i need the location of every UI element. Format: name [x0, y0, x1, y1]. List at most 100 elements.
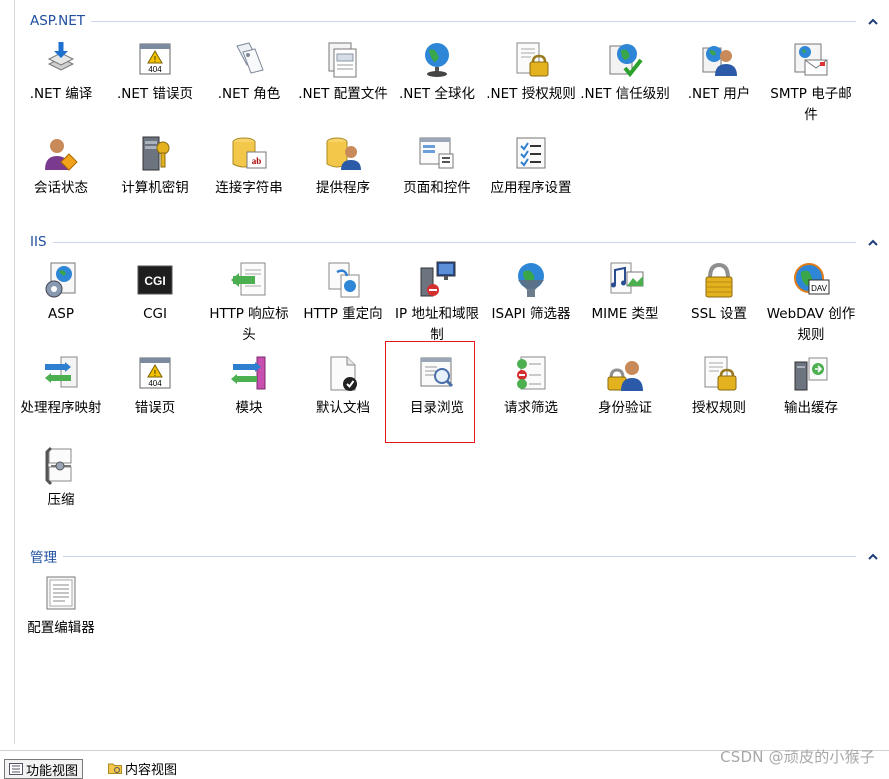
feature-label: SSL 设置	[691, 306, 747, 322]
feature-error-pages[interactable]: ! 404 错误页	[108, 354, 202, 419]
selection-highlight	[385, 341, 475, 443]
dotnet-trust-levels-icon	[605, 40, 645, 80]
request-filtering-icon	[511, 354, 551, 394]
feature-cgi[interactable]: CGI CGI	[108, 260, 202, 325]
configuration-editor-icon	[41, 574, 81, 614]
feature-label: 身份验证	[598, 400, 652, 416]
feature-smtp-email[interactable]: SMTP 电子邮件	[764, 40, 858, 126]
feature-label: SMTP 电子邮件	[770, 86, 852, 123]
chevron-up-icon	[868, 18, 878, 25]
dotnet-compilation-icon	[41, 40, 81, 80]
output-caching-icon	[791, 354, 831, 394]
feature-dotnet-roles[interactable]: .NET 角色	[202, 40, 296, 105]
feature-authentication[interactable]: 身份验证	[578, 354, 672, 419]
svg-text:404: 404	[148, 379, 162, 388]
feature-label: HTTP 响应标头	[209, 306, 289, 343]
feature-mime-types[interactable]: MIME 类型	[578, 260, 672, 325]
feature-machine-key[interactable]: 计算机密钥	[108, 134, 202, 199]
feature-http-redirect[interactable]: HTTP 重定向	[296, 260, 390, 325]
collapse-iis-button[interactable]	[866, 235, 880, 249]
isapi-filters-icon	[511, 260, 551, 300]
default-document-icon	[323, 354, 363, 394]
feature-connection-strings[interactable]: ab 连接字符串	[202, 134, 296, 199]
group-header-aspnet: ASP.NET	[30, 11, 880, 31]
collapse-aspnet-button[interactable]	[866, 14, 880, 28]
feature-label: 处理程序映射	[20, 400, 102, 416]
feature-pages-controls[interactable]: 页面和控件	[390, 134, 484, 199]
feature-label: .NET 用户	[687, 86, 751, 102]
feature-dotnet-authorization-rules[interactable]: .NET 授权规则	[484, 40, 578, 105]
feature-label: IP 地址和域限制	[395, 306, 479, 343]
feature-label: ISAPI 筛选器	[491, 306, 571, 322]
ssl-settings-icon	[699, 260, 739, 300]
feature-dotnet-profile[interactable]: .NET 配置文件	[296, 40, 390, 105]
feature-label: 输出缓存	[784, 400, 838, 416]
feature-label: 授权规则	[692, 400, 746, 416]
chevron-up-icon	[868, 553, 878, 560]
collapse-management-button[interactable]	[866, 549, 880, 563]
tab-features-view[interactable]: 功能视图	[4, 759, 84, 779]
chevron-up-icon	[868, 239, 878, 246]
group-title: 管理	[30, 550, 57, 566]
feature-isapi-filters[interactable]: ISAPI 筛选器	[484, 260, 578, 325]
feature-handler-mappings[interactable]: 处理程序映射	[14, 354, 108, 419]
feature-compression[interactable]: 压缩	[14, 446, 108, 511]
svg-text:CGI: CGI	[144, 274, 165, 288]
tab-label: 功能视图	[26, 763, 79, 779]
group-divider	[52, 241, 856, 243]
pages-controls-icon	[417, 134, 457, 174]
feature-providers[interactable]: 提供程序	[296, 134, 390, 199]
dotnet-users-icon	[699, 40, 739, 80]
feature-label: .NET 信任级别	[580, 86, 670, 102]
feature-dotnet-compilation[interactable]: .NET 编译	[14, 40, 108, 105]
feature-label: .NET 配置文件	[298, 86, 388, 102]
providers-icon	[323, 134, 363, 174]
tab-content-view[interactable]: 内容视图	[104, 759, 181, 778]
dotnet-authorization-rules-icon	[511, 40, 551, 80]
feature-default-document[interactable]: 默认文档	[296, 354, 390, 419]
asp-icon	[41, 260, 81, 300]
session-state-icon	[41, 134, 81, 174]
feature-output-caching[interactable]: 输出缓存	[764, 354, 858, 419]
dotnet-error-pages-icon: ! 404	[135, 40, 175, 80]
feature-authorization-rules[interactable]: 授权规则	[672, 354, 766, 419]
feature-webdav-authoring-rules[interactable]: DAV WebDAV 创作规则	[764, 260, 858, 346]
feature-configuration-editor[interactable]: 配置编辑器	[14, 574, 108, 639]
features-view-icon	[9, 763, 23, 775]
authorization-rules-icon	[699, 354, 739, 394]
feature-request-filtering[interactable]: 请求筛选	[484, 354, 578, 419]
feature-session-state[interactable]: 会话状态	[14, 134, 108, 199]
feature-label: 模块	[235, 400, 263, 416]
feature-label: 压缩	[47, 492, 75, 508]
feature-label: 连接字符串	[215, 180, 283, 196]
feature-dotnet-trust-levels[interactable]: .NET 信任级别	[578, 40, 672, 105]
feature-label: .NET 授权规则	[486, 86, 576, 102]
feature-ip-domain-restrictions[interactable]: IP 地址和域限制	[390, 260, 484, 346]
feature-application-settings[interactable]: 应用程序设置	[484, 134, 578, 199]
smtp-email-icon	[791, 40, 831, 80]
http-redirect-icon	[323, 260, 363, 300]
feature-dotnet-users[interactable]: .NET 用户	[672, 40, 766, 105]
feature-asp[interactable]: ASP	[14, 260, 108, 325]
handler-mappings-icon	[41, 354, 81, 394]
svg-text:!: !	[154, 55, 156, 64]
feature-label: CGI	[143, 306, 167, 322]
feature-label: WebDAV 创作规则	[766, 306, 856, 343]
feature-ssl-settings[interactable]: SSL 设置	[672, 260, 766, 325]
feature-dotnet-error-pages[interactable]: ! 404 .NET 错误页	[108, 40, 202, 105]
svg-text:404: 404	[148, 65, 162, 74]
feature-label: 请求筛选	[504, 400, 558, 416]
group-header-iis: IIS	[30, 232, 880, 252]
application-settings-icon	[511, 134, 551, 174]
feature-label: 配置编辑器	[27, 620, 95, 636]
error-pages-icon: ! 404	[135, 354, 175, 394]
feature-dotnet-globalization[interactable]: .NET 全球化	[390, 40, 484, 105]
feature-modules[interactable]: 模块	[202, 354, 296, 419]
feature-label: .NET 角色	[217, 86, 281, 102]
machine-key-icon	[135, 134, 175, 174]
feature-http-response-headers[interactable]: HTTP 响应标头	[202, 260, 296, 346]
group-divider	[63, 555, 856, 557]
feature-label: MIME 类型	[591, 306, 659, 322]
watermark: CSDN @顽皮的小猴子	[720, 748, 875, 766]
group-title: ASP.NET	[30, 13, 86, 29]
